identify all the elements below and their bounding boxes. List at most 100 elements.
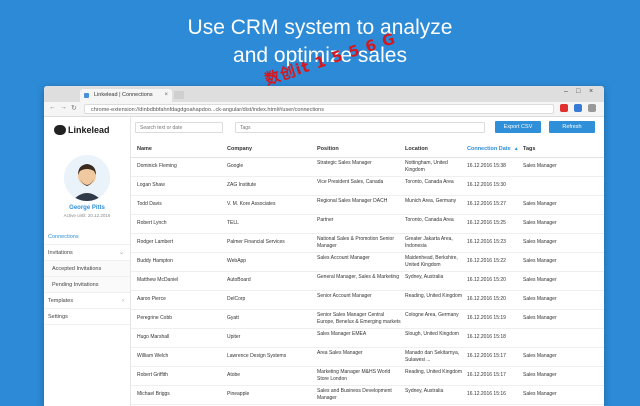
- cell-connection-date: 16.12.2016 15:27: [467, 201, 506, 207]
- user-name: George Pitts: [69, 205, 105, 211]
- cell-position: Marketing Manager M&HS World Store Londo…: [317, 369, 391, 382]
- owl-logo-icon: [54, 125, 66, 135]
- table-row[interactable]: William Welch Lawrence Design Systems Area…: [131, 348, 604, 367]
- cell-company: Gyatt: [227, 315, 239, 321]
- cell-tags: Sales Manager: [523, 201, 557, 207]
- cell-company: Atobe: [227, 372, 241, 378]
- menu-icon[interactable]: [588, 104, 596, 112]
- refresh-button[interactable]: Refresh: [549, 121, 595, 133]
- table-row[interactable]: Aaron Pierce DelCorp Senior Account Manage…: [131, 291, 604, 310]
- headline-line-1: Use CRM system to analyze: [187, 16, 453, 39]
- cell-position: Regional Sales Manager DACH: [317, 198, 388, 204]
- cell-location: Sydney, Australia: [405, 274, 444, 280]
- table-row[interactable]: Peregrine Cobb Gyatt Senior Sales Manager …: [131, 310, 604, 329]
- back-icon[interactable]: ←: [49, 104, 56, 111]
- cell-position: General Manager, Sales & Marketing: [317, 274, 399, 280]
- maximize-icon[interactable]: □: [576, 88, 580, 95]
- tags-input[interactable]: [235, 122, 485, 133]
- cell-position: Strategic Sales Manager: [317, 160, 372, 166]
- cell-company: WebApp: [227, 258, 247, 264]
- tab-close-icon[interactable]: ×: [164, 89, 168, 102]
- column-header-tags[interactable]: Tags: [523, 141, 535, 157]
- cell-location: Toronto, Canada Area: [405, 179, 454, 185]
- sidebar-item-accepted-invitations[interactable]: Accepted Invitations: [44, 261, 130, 277]
- logo: Linkelead: [54, 123, 120, 139]
- cell-company: Google: [227, 163, 244, 169]
- table-row[interactable]: Buddy Hampton WebApp Sales Account Manager…: [131, 253, 604, 272]
- table-row[interactable]: Matthew McDaniel AutoBoard General Manager…: [131, 272, 604, 291]
- sidebar-item-pending-invitations[interactable]: Pending Invitations: [44, 277, 130, 293]
- minimize-icon[interactable]: –: [564, 88, 568, 95]
- cell-name: Robert Lynch: [137, 220, 167, 226]
- cell-position: Vice President Sales, Canada: [317, 179, 384, 185]
- sidebar-menu: Connections Invitations ⌄ Accepted Invitati…: [44, 229, 130, 325]
- main-panel: Export CSV Refresh Name Company Position…: [131, 117, 604, 406]
- cell-company: Upiter: [227, 334, 241, 340]
- sort-up-icon: ▲: [513, 146, 519, 152]
- cell-connection-date: 16.12.2016 15:18: [467, 334, 506, 340]
- opera-extension-icon[interactable]: [560, 104, 568, 112]
- browser-window: Linkelead | Connections × – □ × ← → ↻ ch…: [44, 86, 604, 406]
- cell-name: Robert Griffith: [137, 372, 169, 378]
- reload-icon[interactable]: ↻: [71, 104, 77, 112]
- column-header-connection-date[interactable]: Connection Date ▲: [467, 141, 519, 157]
- cell-tags: Sales Manager: [523, 239, 557, 245]
- cell-name: Logan Shaw: [137, 182, 165, 188]
- cell-name: Hugo Marshall: [137, 334, 170, 340]
- table-row[interactable]: Todd Davis V. M. Kore Associates Regional …: [131, 196, 604, 215]
- cell-connection-date: 16.12.2016 15:19: [467, 315, 506, 321]
- column-header-name[interactable]: Name: [137, 141, 152, 157]
- cell-company: AutoBoard: [227, 277, 251, 283]
- column-header-connection-date-label: Connection Date: [467, 146, 511, 152]
- window-close-icon[interactable]: ×: [589, 88, 593, 95]
- cell-connection-date: 16.12.2016 15:20: [467, 277, 506, 283]
- cell-location: Nottingham, United Kingdom: [405, 160, 448, 173]
- cell-tags: Sales Manager: [523, 277, 557, 283]
- sidebar-item-invitations[interactable]: Invitations ⌄: [44, 245, 130, 261]
- logo-text: Linkelead: [68, 125, 110, 135]
- cell-location: Toronto, Canada Area: [405, 217, 454, 223]
- cell-position: Sales Account Manager: [317, 255, 370, 261]
- export-csv-button[interactable]: Export CSV: [495, 121, 541, 133]
- cell-name: Matthew McDaniel: [137, 277, 179, 283]
- table-row[interactable]: Hugo Marshall Upiter Sales Manager EMEA Slo…: [131, 329, 604, 348]
- url-field[interactable]: chrome-extension://dinbdbbfahnfdagdgoaha…: [84, 104, 554, 114]
- cell-company: ZAG Institute: [227, 182, 257, 188]
- browser-tab[interactable]: Linkelead | Connections ×: [80, 89, 172, 102]
- column-header-location[interactable]: Location: [405, 141, 428, 157]
- sidebar-item-templates[interactable]: Templates ›: [44, 293, 130, 309]
- cell-company: V. M. Kore Associates: [227, 201, 276, 207]
- search-input[interactable]: [135, 122, 223, 133]
- cell-name: Rodger Lambert: [137, 239, 174, 245]
- cell-tags: Sales Manager: [523, 163, 557, 169]
- cell-name: Aaron Pierce: [137, 296, 166, 302]
- cell-position: Sales Manager EMEA: [317, 331, 367, 337]
- column-header-company[interactable]: Company: [227, 141, 252, 157]
- table-row[interactable]: Logan Shaw ZAG Institute Vice President Sa…: [131, 177, 604, 196]
- table-row[interactable]: Dominick Fleming Google Strategic Sales Ma…: [131, 158, 604, 177]
- sidebar-item-connections[interactable]: Connections: [44, 229, 130, 245]
- cell-tags: Sales Manager: [523, 315, 557, 321]
- table-row[interactable]: Rodger Lambert Palmer Financial Services N…: [131, 234, 604, 253]
- linkelead-extension-icon[interactable]: [574, 104, 582, 112]
- new-tab-button[interactable]: [174, 91, 184, 99]
- sidebar-item-label: Accepted Invitations: [52, 266, 102, 272]
- cell-name: Dominick Fleming: [137, 163, 177, 169]
- sidebar: Linkelead George Pitts Active until: 20.…: [44, 117, 131, 406]
- sidebar-item-label: Settings: [48, 314, 68, 320]
- cell-position: Sales and Business Development Manager: [317, 388, 392, 401]
- toolbar: Export CSV Refresh: [131, 117, 604, 139]
- chevron-icon: ›: [122, 298, 124, 304]
- cell-company: Palmer Financial Services: [227, 239, 285, 245]
- table-row[interactable]: Robert Griffith Atobe Marketing Manager M&…: [131, 367, 604, 386]
- cell-connection-date: 16.12.2016 15:20: [467, 296, 506, 302]
- avatar: [64, 155, 110, 201]
- cell-connection-date: 16.12.2016 15:17: [467, 353, 506, 359]
- sidebar-item-settings[interactable]: Settings: [44, 309, 130, 325]
- cell-company: Pineapple: [227, 391, 250, 397]
- cell-location: Munich Area, Germany: [405, 198, 457, 204]
- column-header-position[interactable]: Position: [317, 141, 339, 157]
- forward-icon[interactable]: →: [60, 104, 67, 111]
- table-row[interactable]: Michael Briggs Pineapple Sales and Busines…: [131, 386, 604, 405]
- table-row[interactable]: Robert Lynch TELL Partner Toronto, Canada A…: [131, 215, 604, 234]
